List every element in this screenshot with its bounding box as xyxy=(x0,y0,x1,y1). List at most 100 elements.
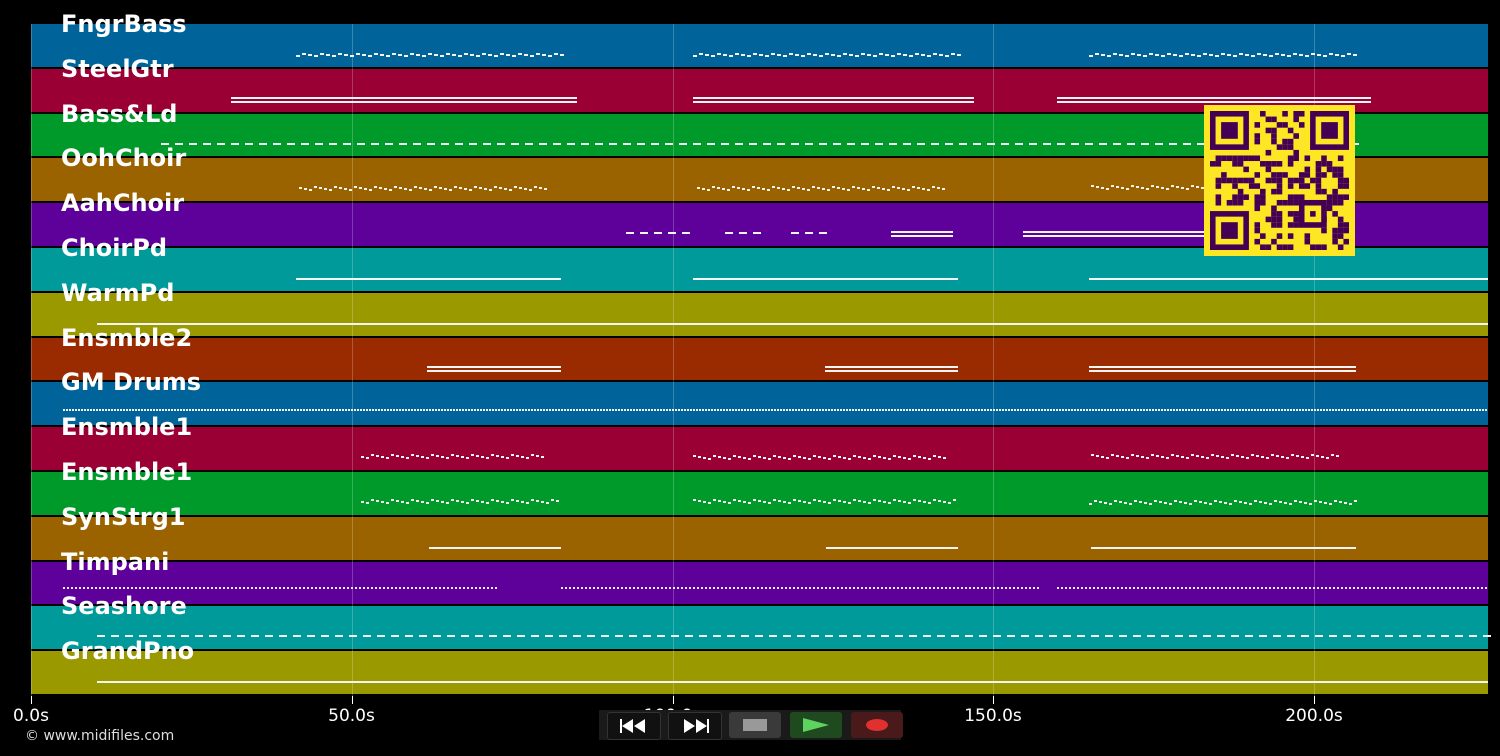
note-segment xyxy=(293,635,301,638)
note-segment xyxy=(945,142,953,145)
note-segment xyxy=(1477,586,1479,589)
note-segment xyxy=(1397,586,1399,589)
note-segment xyxy=(848,457,851,460)
note-segment xyxy=(1369,586,1371,589)
note-segment xyxy=(492,409,494,412)
note-segment xyxy=(1245,635,1253,638)
note-segment xyxy=(1216,455,1219,458)
note-segment xyxy=(753,454,756,457)
record-button[interactable] xyxy=(851,712,903,738)
note-segment xyxy=(857,186,860,189)
note-segment xyxy=(693,278,958,280)
note-segment xyxy=(398,54,402,57)
note-segment xyxy=(778,455,781,458)
note-segment xyxy=(1287,409,1289,412)
note-segment xyxy=(271,586,273,589)
note-segment xyxy=(516,500,519,502)
note-segment xyxy=(344,187,347,190)
note-segment xyxy=(1273,586,1275,589)
qr-module xyxy=(1215,199,1222,206)
note-segment xyxy=(752,185,755,188)
qr-module xyxy=(1304,166,1311,173)
rewind-button[interactable] xyxy=(607,712,661,740)
qr-module xyxy=(1304,233,1311,239)
note-segment xyxy=(1126,188,1129,191)
note-segment xyxy=(1209,586,1211,589)
note-segment xyxy=(828,457,831,460)
note-segment xyxy=(805,142,813,145)
note-segment xyxy=(147,586,149,589)
qr-module xyxy=(1287,127,1294,134)
note-segment xyxy=(171,409,173,412)
note-segment xyxy=(763,142,771,145)
qr-module xyxy=(1321,172,1327,178)
note-segment xyxy=(211,586,213,589)
note-segment xyxy=(741,635,749,638)
note-segment xyxy=(302,53,306,56)
note-segment xyxy=(534,185,537,188)
note-segment xyxy=(1359,409,1361,412)
note-segment xyxy=(861,409,863,412)
note-segment xyxy=(522,409,524,412)
note-segment xyxy=(1152,409,1154,412)
note-segment xyxy=(780,409,782,412)
note-segment xyxy=(1149,502,1152,505)
note-segment xyxy=(210,409,212,412)
note-segment xyxy=(761,586,763,589)
track-label: AahChoir xyxy=(61,189,185,218)
note-segment xyxy=(1417,586,1419,589)
qr-module xyxy=(1293,177,1299,184)
note-segment xyxy=(1156,186,1159,189)
note-segment xyxy=(219,409,221,412)
note-segment xyxy=(1260,409,1262,412)
note-segment xyxy=(889,586,891,589)
note-segment xyxy=(1233,55,1237,58)
note-segment xyxy=(408,409,410,412)
note-segment xyxy=(259,586,261,589)
note-segment xyxy=(585,409,587,412)
note-segment xyxy=(953,586,955,589)
note-segment xyxy=(440,55,444,58)
note-segment xyxy=(529,188,532,191)
note-segment xyxy=(1124,501,1127,504)
stop-button[interactable] xyxy=(729,712,781,738)
note-segment xyxy=(555,409,557,412)
note-segment xyxy=(742,187,745,190)
note-segment xyxy=(489,635,497,638)
qr-module xyxy=(1276,177,1283,184)
note-segment xyxy=(480,409,482,412)
qr-module xyxy=(1254,122,1261,128)
note-segment xyxy=(339,186,342,189)
qr-module xyxy=(1276,244,1283,250)
qr-module xyxy=(1326,205,1333,212)
note-segment xyxy=(567,409,569,412)
note-segment xyxy=(75,409,77,412)
note-segment xyxy=(1266,457,1269,460)
note-segment xyxy=(1221,53,1225,56)
note-segment xyxy=(621,586,623,589)
note-segment xyxy=(1245,54,1249,57)
note-segment xyxy=(334,185,337,188)
note-segment xyxy=(1203,635,1211,638)
qr-module xyxy=(1215,155,1222,162)
note-segment xyxy=(456,500,459,502)
qr-module xyxy=(1248,183,1255,189)
note-segment xyxy=(1269,55,1273,58)
note-segment xyxy=(825,635,833,638)
qr-module xyxy=(1337,233,1344,239)
note-segment xyxy=(1319,500,1322,503)
note-segment xyxy=(279,409,281,412)
note-segment xyxy=(204,409,206,412)
note-segment xyxy=(320,53,324,56)
qr-module xyxy=(1315,244,1322,250)
note-segment xyxy=(1131,409,1133,412)
qr-module xyxy=(1315,188,1322,195)
fast-forward-button[interactable] xyxy=(668,712,722,740)
note-segment xyxy=(877,186,880,189)
track-label: OohChoir xyxy=(61,144,187,173)
note-segment xyxy=(1119,54,1123,57)
note-segment xyxy=(861,53,865,56)
play-button[interactable] xyxy=(790,712,842,738)
note-segment xyxy=(1365,409,1367,412)
note-segment xyxy=(990,409,992,412)
